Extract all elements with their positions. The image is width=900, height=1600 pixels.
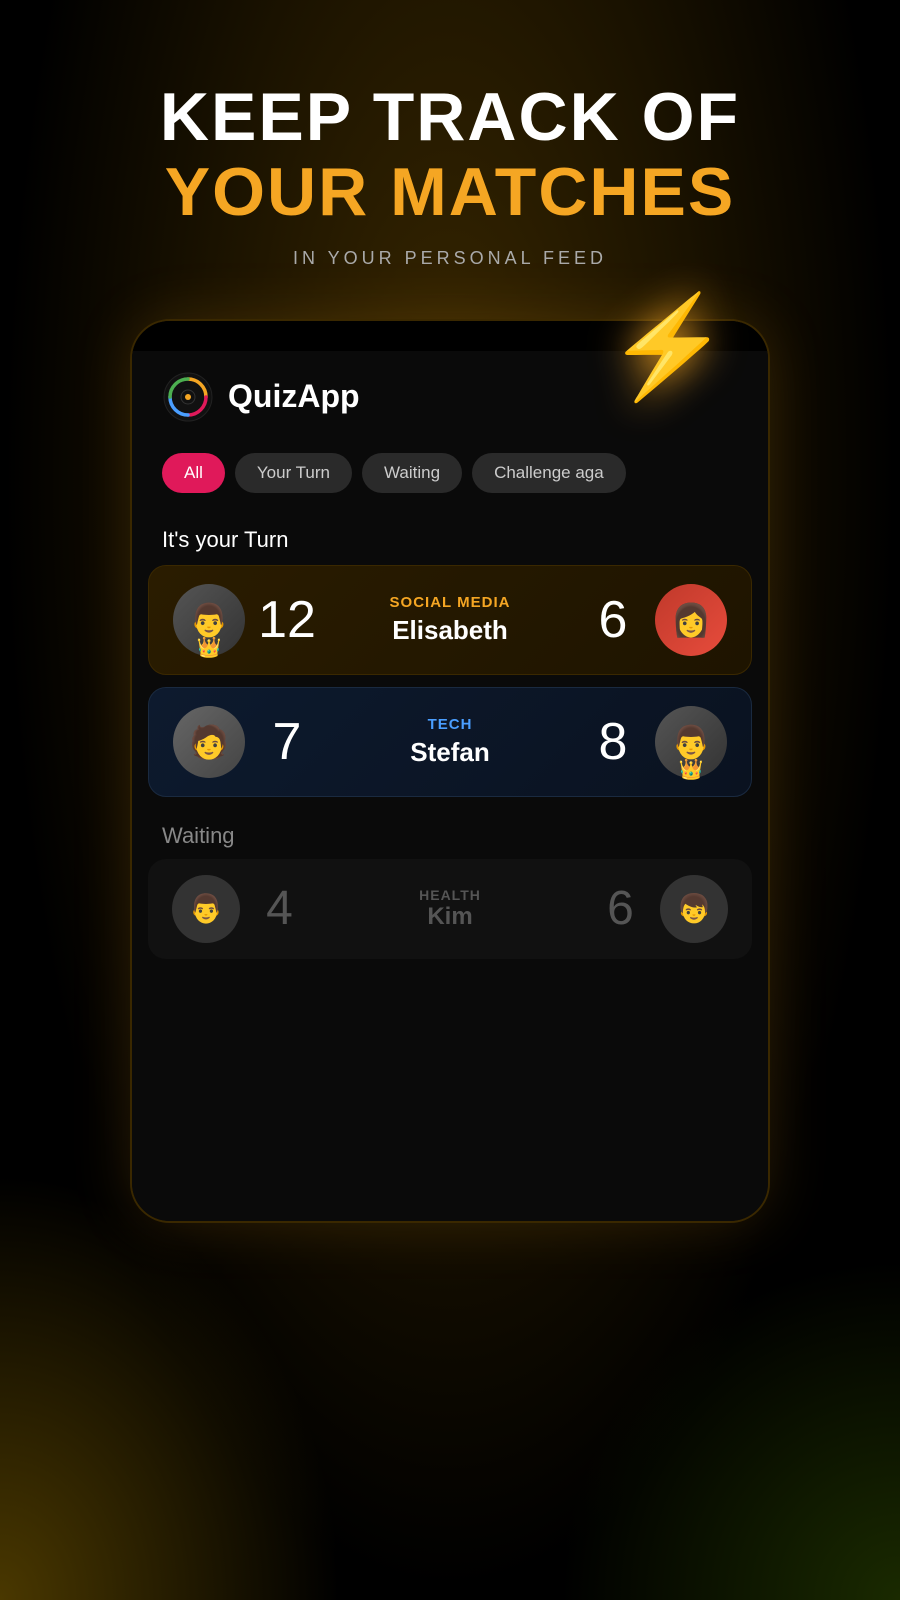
opponent3-score-right: 6: [593, 881, 648, 936]
match3-opponent-name: Kim: [319, 903, 581, 931]
app-name: QuizApp: [228, 378, 360, 415]
header-line1: KEEP TRACK OF: [160, 80, 740, 155]
match2-category: TECH: [329, 716, 571, 733]
player-avatar-wrap: 👨 👑: [173, 584, 245, 656]
opponent2-crown-icon: 👑: [679, 757, 704, 782]
header-line2: YOUR MATCHES: [160, 155, 740, 230]
match-category: SOCIAL MEDIA: [329, 594, 571, 611]
header-subtitle: IN YOUR PERSONAL FEED: [160, 248, 740, 269]
player-crown-icon: 👑: [197, 635, 222, 660]
match2-center-info: TECH Stefan: [329, 716, 571, 768]
phone-screen: QuizApp All Your Turn Waiting Challenge …: [132, 321, 768, 1221]
opponent-avatar: 👩: [655, 584, 727, 656]
match-card-stefan[interactable]: 🧑 7 TECH Stefan 8 👨 👑: [148, 687, 752, 797]
player2-avatar: 🧑: [173, 706, 245, 778]
opponent-score-right: 6: [583, 590, 643, 650]
waiting-section-label: Waiting: [132, 809, 768, 859]
match-opponent-name: Elisabeth: [329, 615, 571, 646]
match3-center-info: HEALTH Kim: [319, 887, 581, 931]
player3-score-left: 4: [252, 881, 307, 936]
player-score-left: 12: [257, 590, 317, 650]
match-center-info: SOCIAL MEDIA Elisabeth: [329, 594, 571, 646]
tab-your-turn[interactable]: Your Turn: [235, 453, 352, 493]
match2-opponent-name: Stefan: [329, 737, 571, 768]
opponent3-avatar: 👦: [660, 875, 728, 943]
app-logo: [162, 371, 214, 423]
opponent2-avatar-wrap: 👨 👑: [655, 706, 727, 778]
tab-challenge-again[interactable]: Challenge aga: [472, 453, 626, 493]
header: KEEP TRACK OF YOUR MATCHES IN YOUR PERSO…: [160, 0, 740, 289]
opponent-avatar-wrap: 👩: [655, 584, 727, 656]
tab-all[interactable]: All: [162, 453, 225, 493]
phone-frame: QuizApp All Your Turn Waiting Challenge …: [130, 319, 770, 1223]
match-card-kim[interactable]: 👨 4 HEALTH Kim 6 👦: [148, 859, 752, 959]
player2-avatar-wrap: 🧑: [173, 706, 245, 778]
match3-category: HEALTH: [319, 887, 581, 903]
tab-waiting[interactable]: Waiting: [362, 453, 462, 493]
lightning-icon: ⚡: [605, 289, 730, 406]
player3-avatar: 👨: [172, 875, 240, 943]
page-content: KEEP TRACK OF YOUR MATCHES IN YOUR PERSO…: [0, 0, 900, 1600]
match-card-elisabeth[interactable]: 👨 👑 12 SOCIAL MEDIA Elisabeth 6 👩: [148, 565, 752, 675]
phone-wrapper: ⚡ QuizApp: [130, 319, 770, 1223]
filter-tabs: All Your Turn Waiting Challenge aga: [132, 443, 768, 513]
opponent2-score-right: 8: [583, 712, 643, 772]
player2-score-left: 7: [257, 712, 317, 772]
your-turn-section-label: It's your Turn: [132, 513, 768, 565]
